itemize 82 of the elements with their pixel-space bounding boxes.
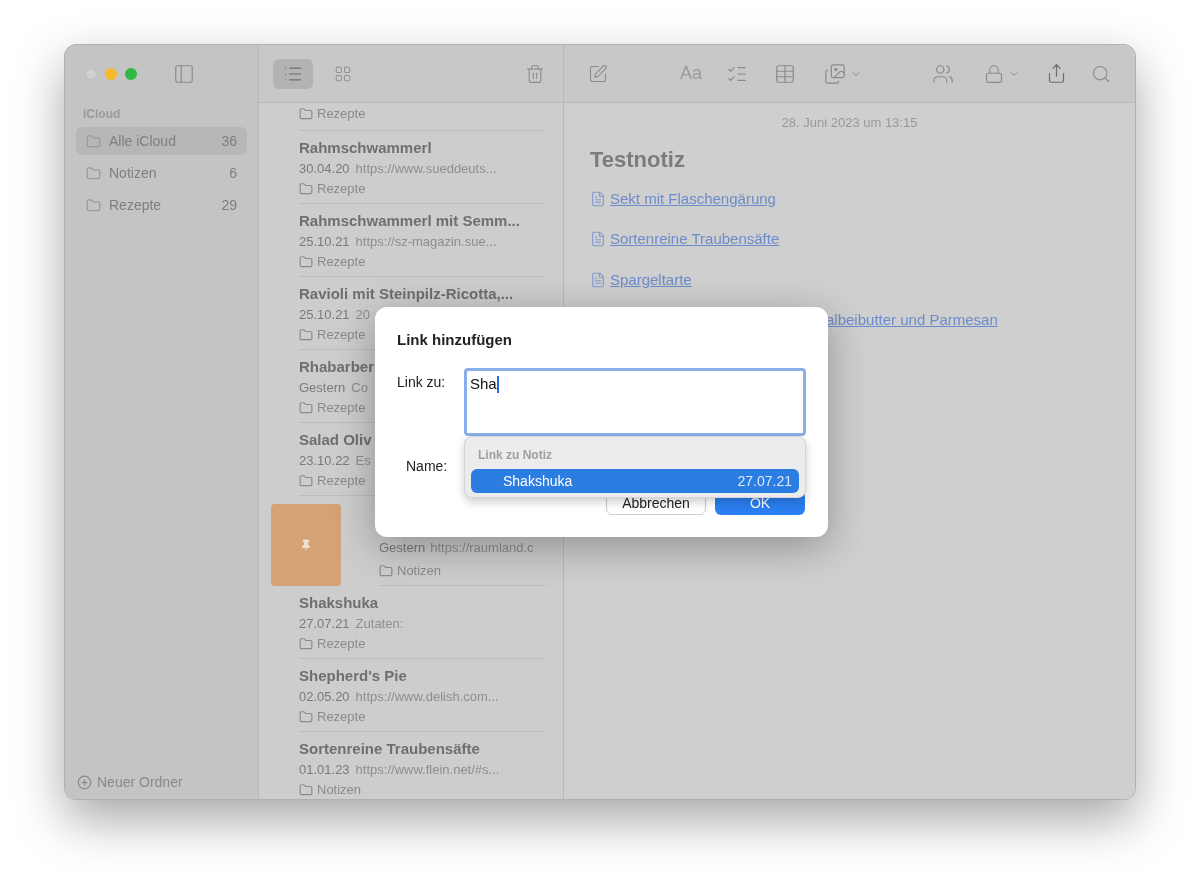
note-date: 25.10.21	[299, 233, 350, 249]
note-link[interactable]: Sekt mit Flaschengärung	[610, 187, 776, 210]
folder-icon	[299, 636, 313, 651]
note-date: Gestern	[379, 539, 426, 555]
sidebar-toggle-icon[interactable]	[173, 63, 195, 85]
folder-icon	[86, 165, 101, 181]
folder-icon	[299, 473, 313, 488]
note-link[interactable]: Spargeltarte	[610, 268, 692, 291]
note-folder: Rezepte	[317, 325, 366, 344]
collaborate-icon[interactable]	[932, 62, 954, 85]
zoom-button[interactable]	[125, 68, 137, 80]
name-label: Name:	[406, 456, 448, 476]
note-folder: Rezepte	[317, 634, 366, 653]
table-icon[interactable]	[774, 62, 797, 85]
note-link[interactable]: albeibutter und Parmesan	[826, 309, 998, 332]
folder-icon	[299, 254, 313, 269]
note-date: 25.10.21	[299, 306, 350, 322]
note-snippet: Zutaten:	[355, 615, 404, 631]
note-snippet: 20	[355, 306, 371, 322]
dialog-title: Link hinzufügen	[397, 330, 513, 350]
note-link-icon	[590, 231, 606, 248]
note-folder: Rezepte	[317, 105, 366, 123]
note-snippet: https://raumland.c	[430, 539, 534, 555]
folder-icon	[299, 709, 313, 724]
sidebar-item[interactable]: Notizen 6	[76, 159, 247, 187]
folder-icon	[299, 106, 313, 121]
note-title[interactable]: Sortenreine Traubensäfte	[299, 738, 545, 759]
note-folder: Notizen	[317, 780, 362, 799]
folder-icon	[299, 400, 313, 415]
search-icon[interactable]	[1091, 63, 1111, 84]
folder-icon	[299, 327, 313, 342]
note-folder: Notizen	[397, 562, 442, 580]
note-snippet: https://www.flein.net/#s...	[355, 761, 500, 777]
grid-icon	[334, 64, 352, 83]
share-icon[interactable]	[1046, 63, 1067, 84]
popup-header: Link zu Notiz	[478, 447, 553, 464]
lock-button[interactable]	[984, 63, 1020, 84]
note-folder: Rezepte	[317, 707, 366, 726]
note-folder: Rezepte	[317, 471, 366, 490]
note-link-icon	[590, 271, 606, 288]
note-date: Gestern	[299, 379, 346, 395]
folder-icon	[299, 782, 313, 797]
media-button[interactable]	[824, 62, 863, 85]
note-title[interactable]: Ravioli mit Steinpilz-Ricotta,...	[299, 283, 545, 304]
note-snippet: Es	[355, 452, 371, 468]
note-date: 30.04.20	[299, 160, 350, 176]
folder-icon	[86, 133, 101, 149]
note-folder: Rezepte	[317, 252, 366, 271]
note-title[interactable]: Rahmschwammerl mit Semm...	[299, 210, 545, 231]
note-snippet: Co	[351, 379, 368, 395]
note-date: 01.01.23	[299, 761, 350, 777]
folder-icon	[86, 197, 101, 213]
note-folder: Rezepte	[317, 398, 366, 417]
link-label: Link zu:	[397, 372, 447, 392]
compose-icon[interactable]	[588, 63, 608, 84]
note-snippet: https://www.delish.com...	[355, 688, 499, 704]
photos-icon	[824, 62, 847, 85]
note-title[interactable]: Shakshuka	[299, 592, 545, 613]
trash-icon[interactable]	[525, 63, 545, 84]
note-link-icon	[590, 190, 606, 207]
link-input-field[interactable]: Sha	[464, 367, 806, 436]
note-date: 02.05.20	[299, 688, 350, 704]
note-folder: Rezepte	[317, 179, 366, 198]
note-title[interactable]: Shepherd's Pie	[299, 665, 545, 686]
note-snippet: https://www.sueddeuts...	[355, 160, 497, 176]
note-title[interactable]: Rahmschwammerl	[299, 137, 545, 158]
add-icon[interactable]	[77, 775, 92, 790]
sidebar-item[interactable]: Alle iCloud 36	[76, 127, 247, 155]
pin-icon	[300, 538, 312, 551]
folder-icon	[379, 563, 393, 578]
lock-icon	[984, 63, 1004, 84]
note-date: 27.07.21	[299, 615, 350, 631]
note-date: 23.10.22	[299, 452, 350, 468]
minimize-button[interactable]	[105, 68, 117, 80]
note-link[interactable]: Sortenreine Traubensäfte	[610, 228, 780, 251]
note-snippet: https://sz-magazin.sue...	[355, 233, 497, 249]
note-heading: Testnotiz	[590, 145, 686, 174]
new-folder-button[interactable]: Neuer Ordner	[97, 772, 183, 793]
sidebar-item[interactable]: Rezepte 29	[76, 191, 247, 219]
folder-icon	[299, 181, 313, 196]
suggestion-item[interactable]: Shakshuka 27.07.21	[471, 469, 799, 493]
list-view-button[interactable]	[273, 58, 313, 89]
